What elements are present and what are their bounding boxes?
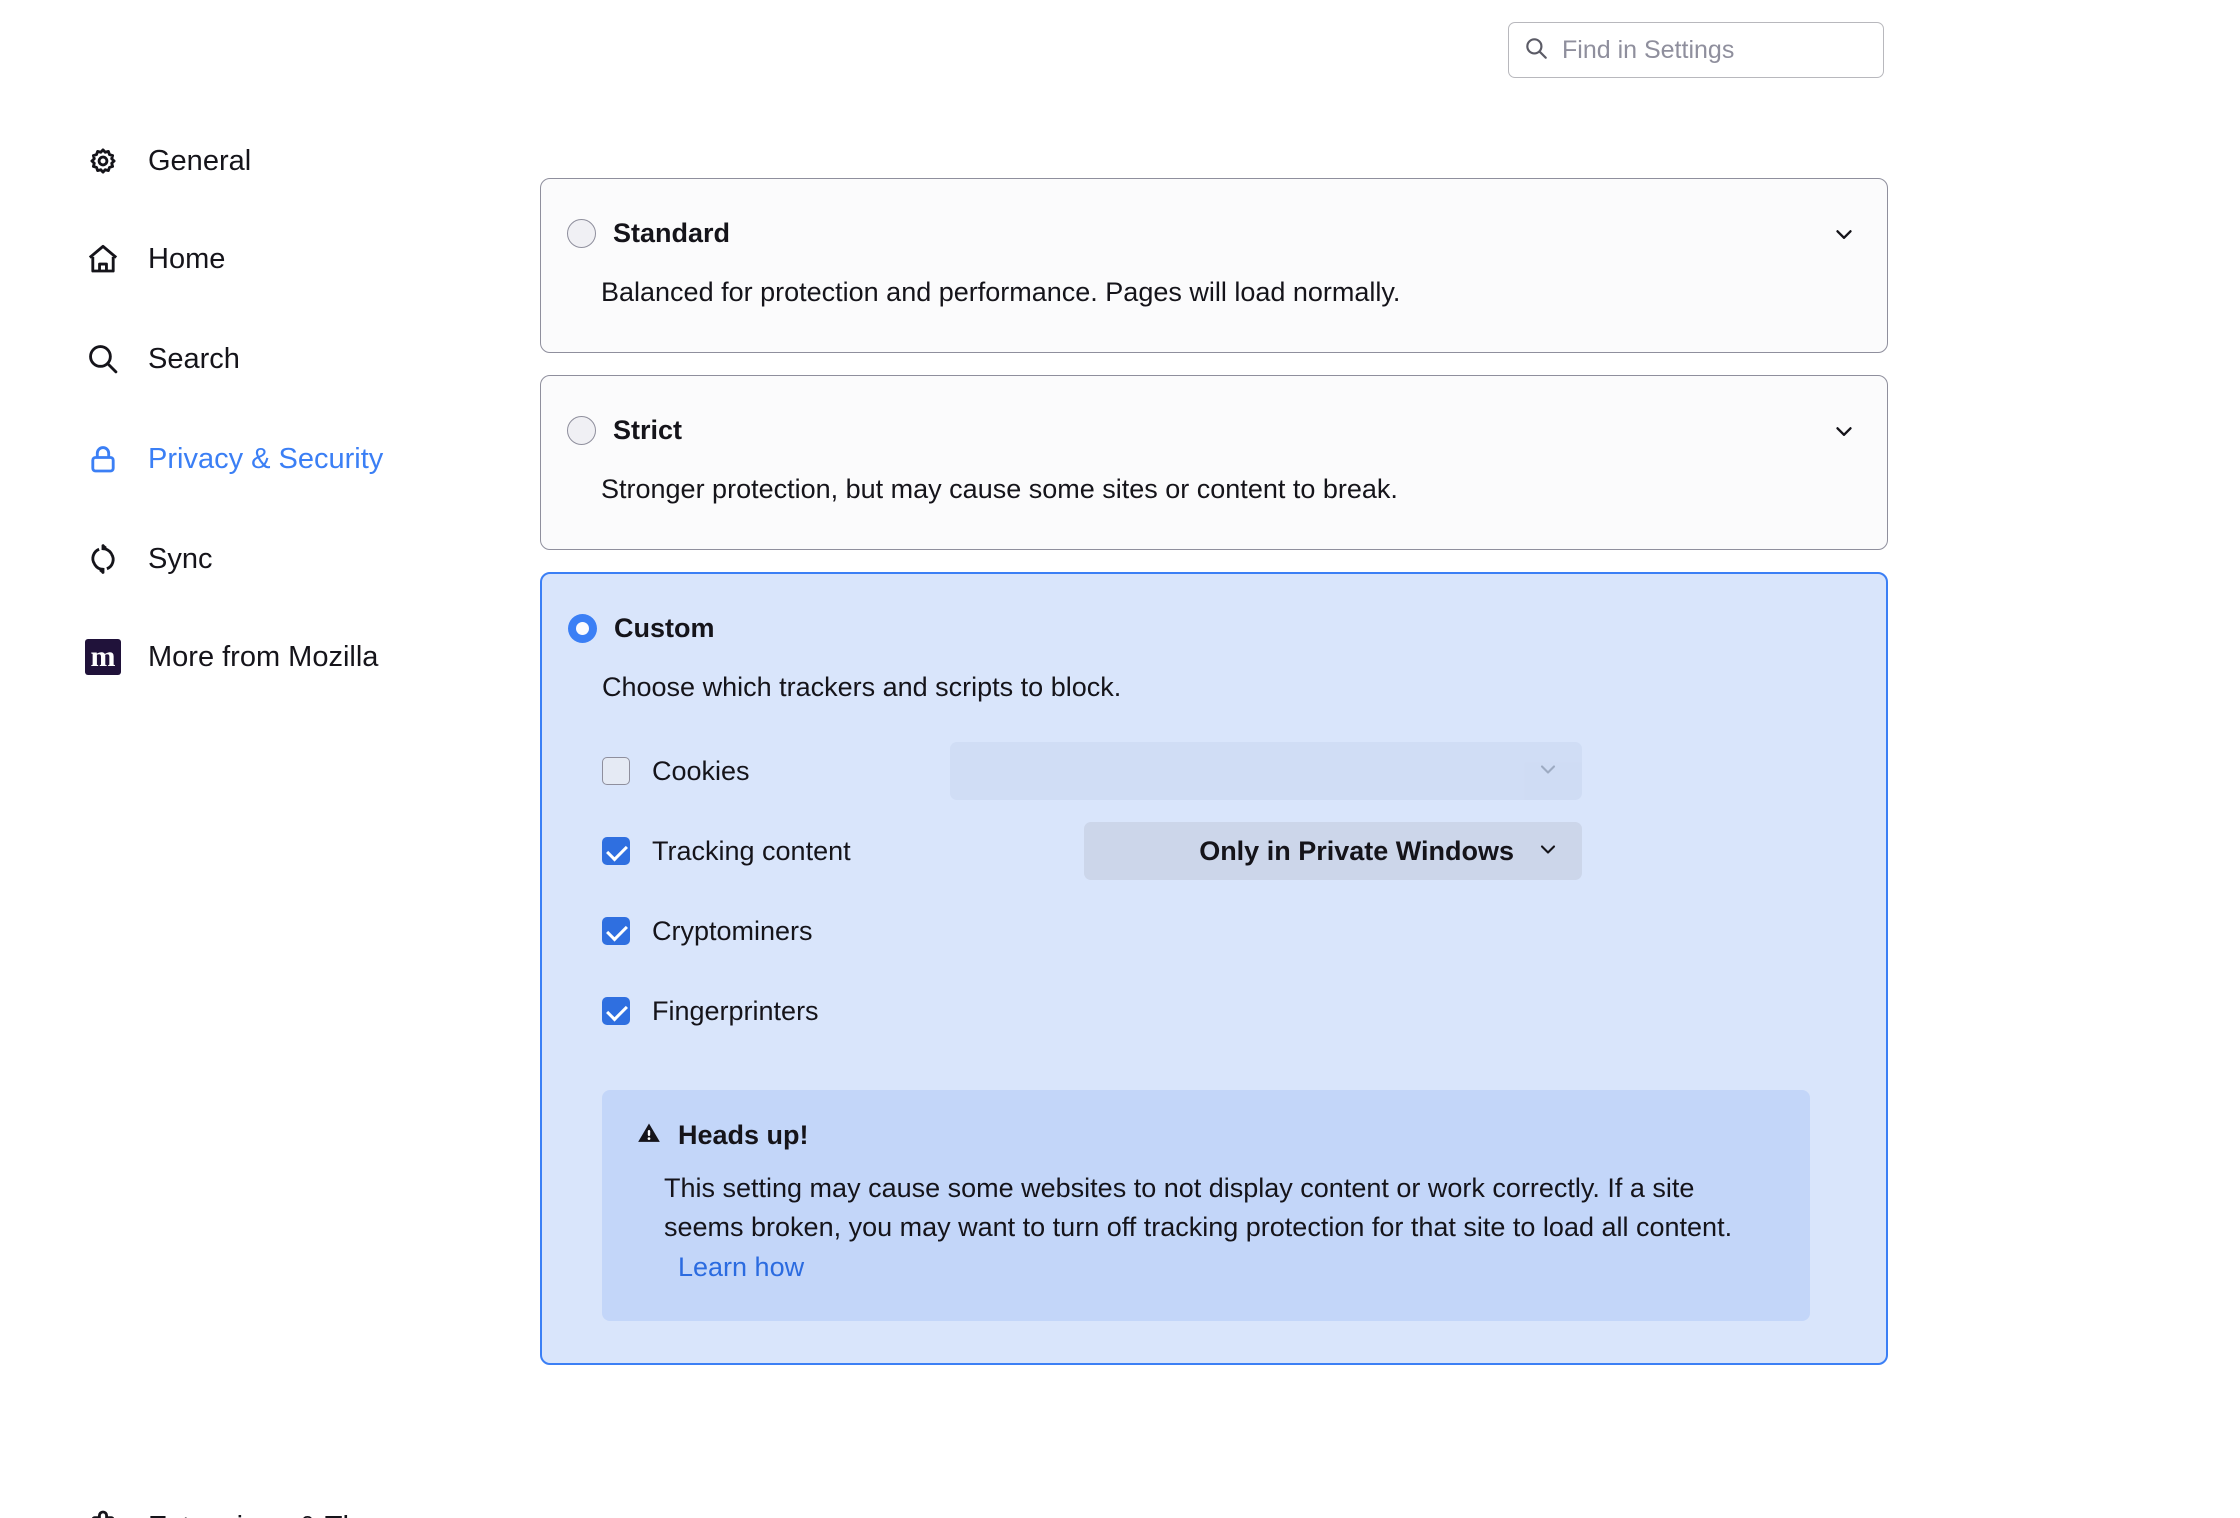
sidebar-bottom-region: Extensions & Themes <box>0 1494 500 1518</box>
sidebar: General Home Search Privacy & Security S… <box>0 128 500 690</box>
sidebar-item-privacy-security[interactable]: Privacy & Security <box>0 426 500 492</box>
cookies-label: Cookies <box>652 755 750 786</box>
sidebar-item-label: Extensions & Themes <box>148 1512 430 1518</box>
search-input[interactable] <box>1562 23 1884 77</box>
sidebar-item-label: Home <box>148 242 226 275</box>
cryptominers-control[interactable]: Cryptominers <box>602 915 872 946</box>
strict-description: Stronger protection, but may cause some … <box>601 473 1398 504</box>
tracking-content-dropdown[interactable]: Only in Private Windows <box>1084 822 1582 881</box>
warning-triangle-icon <box>636 1120 662 1151</box>
sidebar-item-label: General <box>148 144 252 177</box>
warning-body-text: This setting may cause some websites to … <box>664 1173 1733 1243</box>
search-icon <box>84 340 122 378</box>
gear-icon <box>84 142 122 180</box>
row-cookies: Cookies <box>542 740 1886 802</box>
mozilla-mark-letter: m <box>85 639 121 675</box>
option-card-custom[interactable]: Custom Choose which trackers and scripts… <box>540 571 1888 1365</box>
heads-up-warning: Heads up! This setting may cause some we… <box>602 1090 1810 1321</box>
custom-title: Custom <box>614 612 715 643</box>
cookies-dropdown[interactable] <box>950 742 1582 801</box>
learn-how-link[interactable]: Learn how <box>678 1252 804 1282</box>
chevron-down-icon <box>1536 757 1560 786</box>
sync-icon <box>84 540 122 578</box>
search-box[interactable] <box>1508 22 1884 78</box>
sidebar-item-label: More from Mozilla <box>148 640 379 673</box>
strict-header: Strict <box>541 376 1887 445</box>
sidebar-item-more-from-mozilla[interactable]: m More from Mozilla <box>0 624 500 690</box>
option-card-standard[interactable]: Standard Balanced for protection and per… <box>540 178 1888 353</box>
sidebar-item-search[interactable]: Search <box>0 326 500 392</box>
chevron-down-icon[interactable] <box>1827 217 1861 251</box>
radio-standard[interactable] <box>567 219 596 248</box>
sidebar-item-home[interactable]: Home <box>0 226 500 292</box>
tracking-content-control[interactable]: Tracking content <box>602 835 872 866</box>
sidebar-item-sync[interactable]: Sync <box>0 526 500 592</box>
row-cryptominers: Cryptominers <box>542 900 1886 962</box>
cookies-control[interactable]: Cookies <box>602 755 872 786</box>
tracking-content-label: Tracking content <box>652 835 851 866</box>
sidebar-item-label: Sync <box>148 542 213 575</box>
search-icon <box>1523 35 1549 66</box>
sidebar-item-extensions-themes[interactable]: Extensions & Themes <box>0 1494 500 1518</box>
option-card-strict[interactable]: Strict Stronger protection, but may caus… <box>540 374 1888 550</box>
fingerprinters-control[interactable]: Fingerprinters <box>602 995 872 1026</box>
warning-title: Heads up! <box>678 1120 809 1151</box>
tracking-content-dropdown-value: Only in Private Windows <box>1199 835 1514 866</box>
checkbox-cryptominers[interactable] <box>602 917 630 946</box>
checkbox-fingerprinters[interactable] <box>602 997 630 1026</box>
standard-description: Balanced for protection and performance.… <box>601 277 1401 307</box>
mozilla-wordmark-icon: m <box>84 638 122 676</box>
sidebar-item-label: Privacy & Security <box>148 442 384 475</box>
fingerprinters-label: Fingerprinters <box>652 995 819 1026</box>
checkbox-cookies[interactable] <box>602 757 630 786</box>
chevron-down-icon[interactable] <box>1827 414 1861 448</box>
settings-page: General Home Search <box>0 0 2240 1518</box>
checkbox-tracking-content[interactable] <box>602 837 630 866</box>
chevron-down-icon <box>1536 837 1560 866</box>
radio-strict[interactable] <box>567 415 596 445</box>
warning-header: Heads up! <box>636 1120 1776 1151</box>
tracking-protection-options: Standard Balanced for protection and per… <box>540 178 1888 1365</box>
standard-header: Standard <box>541 179 1887 248</box>
strict-title: Strict <box>613 414 683 445</box>
warning-body: This setting may cause some websites to … <box>636 1151 1746 1286</box>
puzzle-icon <box>84 1508 122 1518</box>
sidebar-item-label: Search <box>148 342 240 375</box>
radio-custom[interactable] <box>568 613 597 643</box>
row-tracking-content: Tracking content Only in Private Windows <box>542 820 1886 882</box>
home-icon <box>84 240 122 278</box>
sidebar-item-general[interactable]: General <box>0 128 500 194</box>
row-fingerprinters: Fingerprinters <box>542 980 1886 1042</box>
cryptominers-label: Cryptominers <box>652 915 813 946</box>
custom-description: Choose which trackers and scripts to blo… <box>602 671 1122 702</box>
custom-header: Custom <box>542 574 1886 643</box>
standard-title: Standard <box>613 218 731 248</box>
lock-icon <box>84 440 122 478</box>
